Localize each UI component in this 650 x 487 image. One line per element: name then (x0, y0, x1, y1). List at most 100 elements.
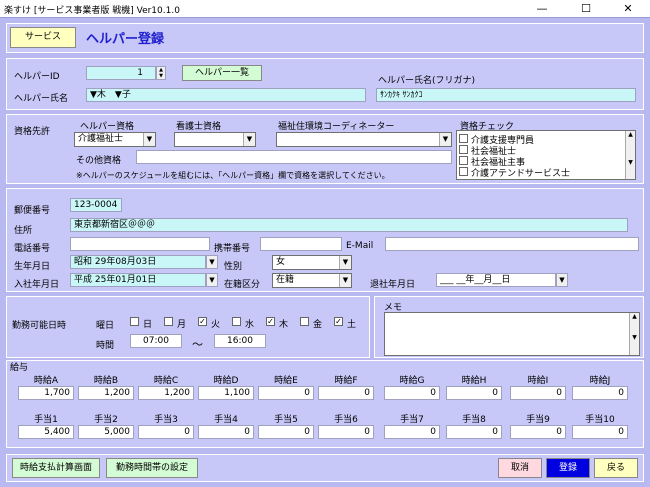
day-checkbox-thu[interactable]: ✓ (266, 317, 275, 326)
kana-field[interactable]: ｻﾝｶｸｷ ｻﾝｶｸｺ (376, 88, 636, 102)
hourly-field[interactable]: 1,200 (78, 386, 134, 400)
mobile-field[interactable] (260, 237, 342, 251)
window-title: 楽すけ [サービス事業者版 戦機] Ver10.1.0 (4, 6, 180, 16)
time-tilde: ～ (192, 338, 203, 351)
helper-qual-select[interactable]: 介護福祉士 ▼ (74, 132, 156, 147)
hourly-label: 時給D (213, 376, 239, 386)
hourly-label: 時給F (334, 376, 358, 386)
allowance-field[interactable]: 0 (572, 425, 628, 439)
hourly-label: 時給B (93, 376, 119, 386)
minimize-icon[interactable]: — (520, 0, 564, 18)
scrollbar[interactable]: ▲ ▼ (629, 313, 639, 355)
day-checkbox-sun[interactable] (130, 317, 139, 326)
day-checkbox-mon[interactable] (164, 317, 173, 326)
email-label: E-Mail (346, 241, 374, 251)
day-checkbox-fri[interactable] (300, 317, 309, 326)
helper-name-field[interactable]: ▼木 ▼子 (86, 88, 366, 102)
day-checkbox-sat[interactable]: ✓ (334, 317, 343, 326)
postal-field[interactable]: 123-0004 (70, 198, 122, 212)
allowance-field[interactable]: 0 (258, 425, 314, 439)
back-button[interactable]: 戻る (594, 458, 638, 478)
helper-id-field[interactable]: 1 (86, 66, 156, 80)
chevron-down-icon[interactable]: ▼ (243, 133, 255, 146)
allowance-field[interactable]: 5,000 (78, 425, 134, 439)
allowance-field[interactable]: 0 (318, 425, 374, 439)
id-spinner-icon[interactable]: ▲ ▼ (156, 66, 166, 80)
chevron-down-icon[interactable]: ▼ (206, 273, 218, 287)
hourly-label: 時給I (527, 376, 549, 386)
join-label: 入社年月日 (14, 280, 60, 290)
hourly-field[interactable]: 0 (384, 386, 440, 400)
hourly-field[interactable]: 1,200 (138, 386, 194, 400)
nurse-qual-label: 看護士資格 (176, 122, 222, 132)
allowance-field[interactable]: 0 (138, 425, 194, 439)
close-icon[interactable]: ✕ (606, 0, 650, 18)
day-label: 曜日 (96, 321, 115, 331)
allowance-label: 手当6 (334, 415, 358, 425)
hourly-field[interactable]: 0 (510, 386, 566, 400)
allowance-label: 手当4 (214, 415, 238, 425)
address-field[interactable]: 東京都新宿区＠＠＠ (70, 218, 628, 232)
hourly-field[interactable]: 0 (318, 386, 374, 400)
helper-name-label: ヘルパー氏名 (14, 94, 69, 104)
allowance-field[interactable]: 0 (510, 425, 566, 439)
allowance-label: 手当2 (94, 415, 118, 425)
allowance-label: 手当8 (462, 415, 486, 425)
day-checkbox-tue[interactable]: ✓ (198, 317, 207, 326)
hourly-label: 時給H (461, 376, 487, 386)
chevron-down-icon[interactable]: ▼ (143, 133, 155, 146)
coord-select[interactable]: ▼ (276, 132, 452, 147)
allowance-field[interactable]: 5,400 (18, 425, 74, 439)
hourly-field[interactable]: 0 (446, 386, 502, 400)
time-to-field[interactable]: 16:00 (214, 334, 266, 348)
check-box[interactable] (459, 145, 468, 154)
check-box[interactable] (459, 134, 468, 143)
chevron-down-icon[interactable]: ▼ (206, 255, 218, 269)
birth-label: 生年月日 (14, 262, 51, 272)
email-field[interactable] (385, 237, 639, 251)
other-qual-field[interactable] (136, 150, 452, 164)
service-button[interactable]: サービス (10, 27, 76, 48)
gender-value: 女 (276, 257, 286, 267)
helper-id-label: ヘルパーID (14, 72, 60, 82)
nurse-qual-select[interactable]: ▼ (174, 132, 256, 147)
check-item: 介護アテンドサービス士 (471, 169, 571, 179)
hourly-label: 時給E (274, 376, 298, 386)
chevron-down-icon[interactable]: ▼ (339, 274, 351, 287)
birth-field[interactable]: 昭和 29年08月03日 (70, 255, 206, 269)
phone-field[interactable] (70, 237, 210, 251)
check-box[interactable] (459, 156, 468, 165)
join-field[interactable]: 平成 25年01月01日 (70, 273, 206, 287)
chevron-down-icon[interactable]: ▼ (556, 273, 568, 287)
hourly-label: 時給G (399, 376, 425, 386)
cancel-button[interactable]: 取消 (498, 458, 542, 478)
allowance-field[interactable]: 0 (384, 425, 440, 439)
hourly-field[interactable]: 0 (258, 386, 314, 400)
maximize-icon[interactable]: ☐ (564, 0, 608, 18)
calc-button[interactable]: 時給支払計算画面 (12, 458, 100, 478)
gender-select[interactable]: 女 ▼ (272, 255, 352, 270)
check-box[interactable] (459, 167, 468, 176)
allowance-label: 手当3 (154, 415, 178, 425)
allowance-field[interactable]: 0 (198, 425, 254, 439)
allowance-label: 手当1 (34, 415, 58, 425)
hourly-field[interactable]: 1,700 (18, 386, 74, 400)
qualification-note: ※ヘルパーのスケジュールを組むには、「ヘルパー資格」欄で資格を選択してください。 (76, 171, 390, 180)
status-select[interactable]: 在籍 ▼ (272, 273, 352, 288)
hourly-field[interactable]: 1,100 (198, 386, 254, 400)
helper-list-button[interactable]: ヘルパー一覧 (182, 65, 262, 81)
day-checkbox-wed[interactable] (232, 317, 241, 326)
phone-label: 電話番号 (14, 244, 51, 254)
schedule-label: 勤務可能日時 (12, 321, 67, 331)
register-button[interactable]: 登録 (546, 458, 590, 478)
retire-field[interactable]: ___ __年__月__日 (436, 273, 556, 287)
shift-button[interactable]: 勤務時間帯の設定 (106, 458, 198, 478)
chevron-down-icon[interactable]: ▼ (339, 256, 351, 269)
hourly-field[interactable]: 0 (572, 386, 628, 400)
hourly-label: 時給A (33, 376, 59, 386)
allowance-field[interactable]: 0 (446, 425, 502, 439)
memo-textarea[interactable]: ▲ ▼ (384, 312, 640, 356)
chevron-down-icon[interactable]: ▼ (439, 133, 451, 146)
time-from-field[interactable]: 07:00 (130, 334, 182, 348)
scrollbar[interactable]: ▲ ▼ (625, 131, 635, 179)
